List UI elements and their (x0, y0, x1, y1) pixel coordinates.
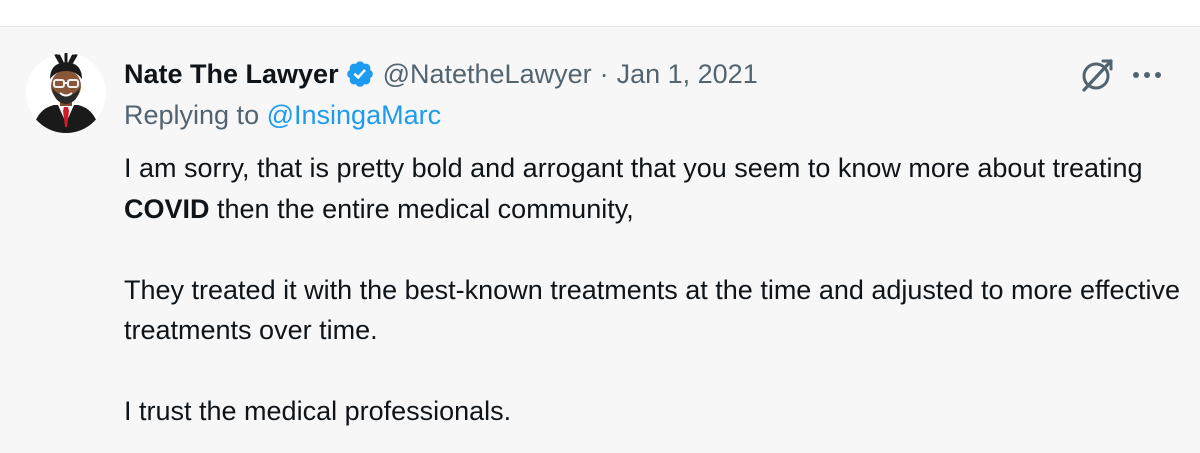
tweet-body: I am sorry, that is pretty bold and arro… (124, 148, 1184, 432)
replying-to-label: Replying to (124, 100, 260, 130)
more-options-icon[interactable] (1130, 62, 1164, 88)
top-divider (0, 0, 1200, 27)
tweet-text-segment: then the entire medical community, (209, 193, 634, 224)
tweet-header: Nate The Lawyer @NatetheLawyer · Jan 1, … (124, 56, 758, 92)
tweet-paragraph: I trust the medical professionals. (124, 396, 512, 426)
tweet-date[interactable]: Jan 1, 2021 (617, 59, 758, 90)
grok-icon[interactable] (1078, 56, 1116, 94)
display-name[interactable]: Nate The Lawyer (124, 59, 339, 90)
avatar[interactable] (26, 53, 106, 133)
replying-to-line: Replying to @InsingaMarc (124, 100, 441, 131)
tweet-text-segment: I am sorry, that is pretty bold and arro… (124, 153, 1143, 183)
tweet-paragraph: They treated it with the best-known trea… (124, 274, 1181, 346)
user-handle[interactable]: @NatetheLawyer (383, 59, 592, 90)
tweet-paragraph: I am sorry, that is pretty bold and arro… (124, 148, 1184, 229)
avatar-illustration-icon (26, 53, 106, 133)
tweet-text-bold: COVID (124, 193, 210, 224)
verified-badge-icon (345, 59, 375, 89)
tweet-card[interactable]: Nate The Lawyer @NatetheLawyer · Jan 1, … (0, 27, 1200, 453)
reply-mention-link[interactable]: @InsingaMarc (267, 100, 441, 130)
separator-dot: · (599, 58, 609, 89)
